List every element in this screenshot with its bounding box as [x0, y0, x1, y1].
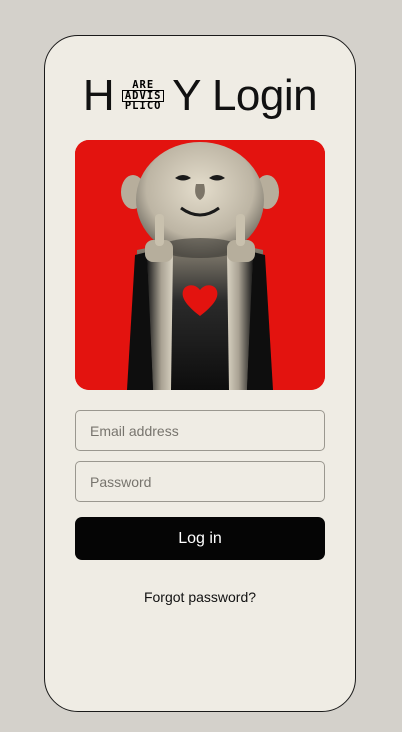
badge-top-text: ARE [132, 79, 155, 91]
bald-figure-illustration [75, 140, 325, 390]
login-card: H ARE ADVIS PLICO Y Login Email address … [44, 35, 356, 712]
advisory-badge: ARE ADVIS PLICO [115, 78, 171, 114]
title-prefix: H [82, 71, 115, 120]
password-field[interactable] [75, 461, 325, 502]
email-field[interactable] [75, 410, 325, 451]
title-suffix: Y Login [172, 71, 318, 120]
badge-bottom-text: PLICO [124, 100, 162, 112]
hero-illustration [75, 140, 325, 390]
login-button[interactable]: Log in [75, 517, 325, 560]
forgot-password-link[interactable]: Forgot password? [45, 589, 355, 605]
page-title: H ARE ADVIS PLICO Y Login [45, 74, 355, 118]
